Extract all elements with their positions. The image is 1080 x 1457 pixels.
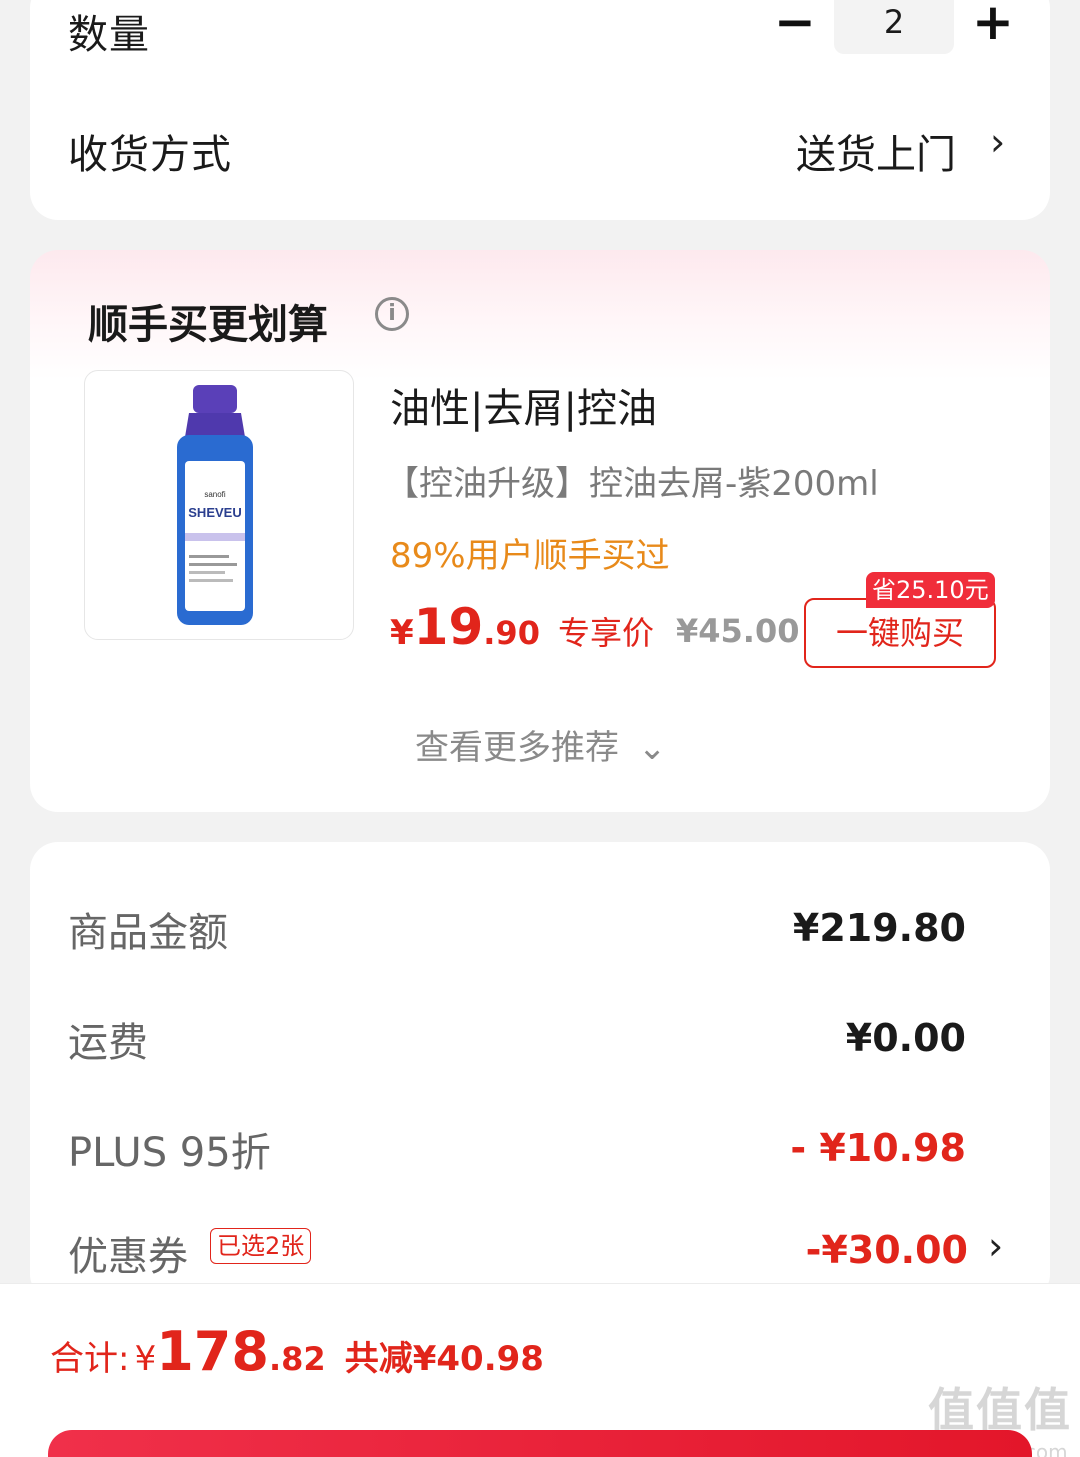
shipping-label: 运费 — [68, 1020, 148, 1066]
shipping-value: ¥0.00 — [845, 1016, 966, 1060]
more-recommendations-label: 查看更多推荐 — [415, 728, 619, 768]
total-saved[interactable]: 共减¥40.98 — [345, 1339, 544, 1379]
bottle-brand-text: SHEVEU — [188, 505, 241, 520]
price-integer: 19 — [413, 598, 484, 656]
price-decimal: .90 — [483, 614, 540, 652]
bottle-maker-text: sanofi — [204, 490, 226, 499]
total-decimal: .82 — [268, 1340, 326, 1378]
info-icon[interactable]: i — [375, 297, 409, 331]
product-price: ¥19.90 专享价 — [390, 598, 654, 656]
recommend-title: 顺手买更划算 — [88, 302, 328, 348]
recommend-card: 顺手买更划算 i sanofi SHEVEU 油性|去屑|控油 【控油升级】控油… — [30, 250, 1050, 812]
delivery-method-label: 收货方式 — [68, 132, 232, 178]
coupon-value[interactable]: -¥30.00 — [806, 1228, 968, 1272]
product-image[interactable]: sanofi SHEVEU — [84, 370, 354, 640]
quantity-value[interactable]: 2 — [834, 0, 954, 54]
delivery-method-value[interactable]: 送货上门 — [796, 122, 956, 180]
price-label: 专享价 — [557, 614, 654, 652]
total-integer: 178 — [156, 1320, 269, 1383]
order-total: 合计: ¥178.82 共减¥40.98 — [50, 1320, 544, 1383]
plus-discount-label: PLUS 95折 — [68, 1130, 271, 1176]
product-tag: 89%用户顺手买过 — [390, 536, 670, 576]
order-options-card: 数量 − 2 + 收货方式 送货上门 › — [30, 0, 1050, 220]
shampoo-bottle-icon: sanofi SHEVEU — [177, 385, 253, 625]
checkout-bar: 合计: ¥178.82 共减¥40.98 值值值 zhizhizhi.com — [0, 1283, 1080, 1457]
quantity-label: 数量 — [68, 12, 150, 58]
quantity-increase-button[interactable]: + — [963, 0, 1023, 54]
product-spec: 【控油升级】控油去屑-紫200ml — [385, 464, 879, 504]
total-currency: ¥ — [134, 1339, 157, 1379]
goods-amount-label: 商品金额 — [68, 910, 228, 956]
chevron-right-icon[interactable]: › — [990, 120, 1005, 164]
save-badge: 省25.10元 — [866, 572, 995, 608]
goods-amount-value: ¥219.80 — [792, 906, 966, 950]
order-confirm-page: 数量 − 2 + 收货方式 送货上门 › 顺手买更划算 i sanofi SHE… — [0, 0, 1080, 1457]
chevron-right-icon[interactable]: › — [988, 1224, 1003, 1268]
plus-discount-value: - ¥10.98 — [790, 1126, 966, 1170]
one-click-buy-button[interactable]: 一键购买 — [804, 598, 996, 668]
coupon-label: 优惠券 — [68, 1234, 188, 1280]
chevron-down-icon: ⌄ — [637, 728, 667, 768]
total-label: 合计: — [50, 1339, 130, 1379]
submit-order-button[interactable] — [48, 1430, 1032, 1457]
price-currency: ¥ — [390, 613, 414, 653]
original-price: ¥45.00 — [676, 612, 800, 650]
more-recommendations-link[interactable]: 查看更多推荐 ⌄ — [415, 720, 666, 769]
quantity-decrease-button[interactable]: − — [765, 0, 825, 54]
product-name[interactable]: 油性|去屑|控油 — [390, 376, 657, 434]
coupon-count-badge[interactable]: 已选2张 — [210, 1228, 312, 1264]
price-details-card: 商品金额 ¥219.80 运费 ¥0.00 PLUS 95折 - ¥10.98 … — [30, 842, 1050, 1302]
